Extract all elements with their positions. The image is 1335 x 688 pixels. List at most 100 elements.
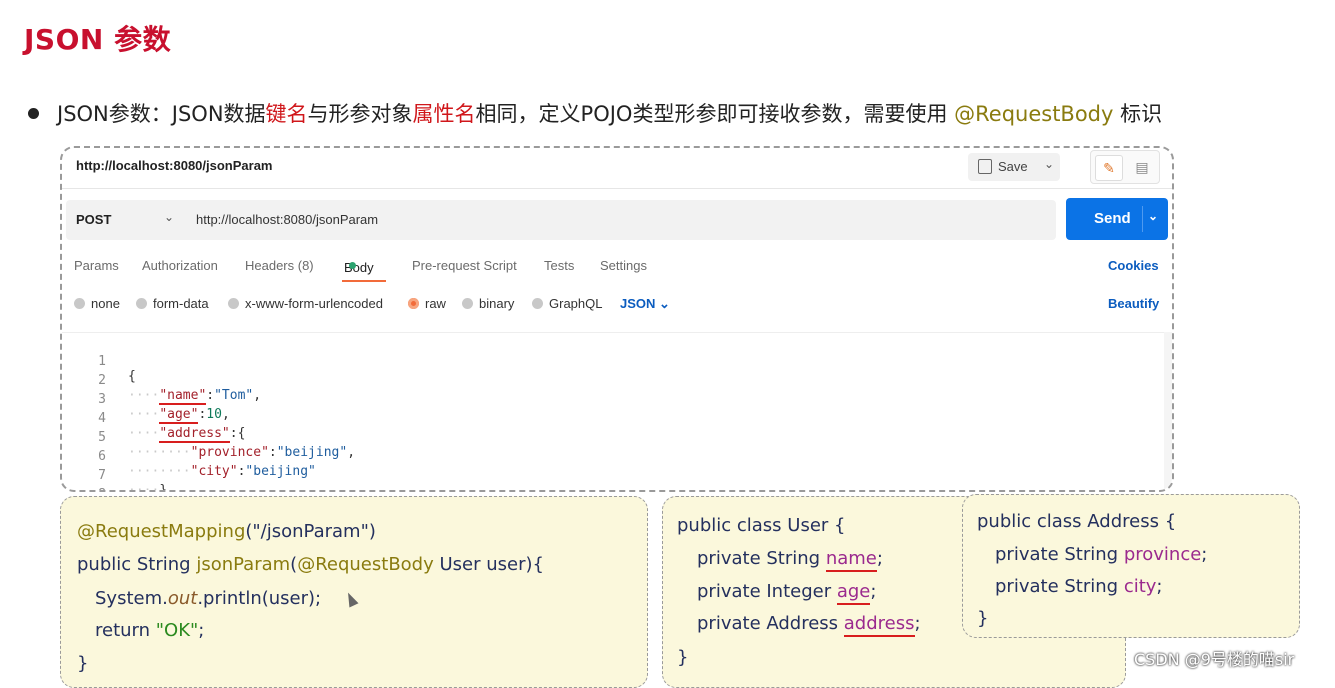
code-line: private String province; (995, 544, 1207, 565)
class-keyword: public class (977, 511, 1088, 532)
radio-raw-label: raw (425, 296, 446, 311)
tab-body[interactable]: Body (344, 258, 374, 275)
address-class-box: public class Address { private String pr… (962, 494, 1300, 638)
editor-line: 7 ····} (62, 453, 167, 490)
print-out: out (167, 588, 198, 609)
request-tab-bar: http://localhost:8080/jsonParam Save ⌄ ✎… (62, 148, 1172, 189)
save-label: Save (998, 159, 1028, 174)
code-line: return "OK"; (95, 620, 204, 641)
request-tab-title[interactable]: http://localhost:8080/jsonParam (76, 158, 273, 173)
editor-line: 8 } (62, 472, 109, 490)
editor-scrollbar[interactable] (1164, 332, 1172, 490)
radio-graphql[interactable]: GraphQL (532, 296, 602, 311)
active-tab-indicator (342, 280, 386, 282)
field-name-province: province (1123, 544, 1202, 565)
tab-pre-request-script[interactable]: Pre-request Script (412, 258, 517, 273)
bullet-text-2: 与形参对象 (307, 102, 413, 126)
code-line: } (77, 653, 88, 674)
semicolon: ; (1201, 544, 1208, 565)
code-line: public String jsonParam(@RequestBody Use… (77, 554, 544, 575)
semicolon: ; (198, 620, 205, 641)
field-name-name: name (825, 548, 877, 572)
tab-headers[interactable]: Headers (8) (245, 258, 314, 273)
code-text: { (128, 369, 136, 384)
radio-graphql-label: GraphQL (549, 296, 603, 311)
send-button[interactable]: Send ⌄ (1066, 198, 1168, 240)
body-code-editor[interactable]: 1 { 2 ····"name":"Tom", 3 ····"age":10, … (62, 332, 1172, 490)
field-type: private String (995, 576, 1124, 597)
radio-form-data[interactable]: form-data (136, 296, 209, 311)
annotation-request-mapping: @RequestMapping (77, 521, 246, 542)
radio-icon (462, 298, 473, 310)
field-type: private Integer (697, 581, 837, 602)
tab-authorization[interactable]: Authorization (142, 258, 218, 273)
bullet-dot-icon (28, 107, 39, 119)
return-keyword: return (95, 620, 156, 641)
radio-form-data-label: form-data (153, 296, 209, 311)
radio-icon (136, 298, 147, 310)
tab-params[interactable]: Params (74, 258, 119, 273)
class-keyword: public class (677, 515, 788, 536)
comment-icon[interactable]: ▤ (1129, 155, 1155, 179)
tab-body-label: Body (344, 260, 374, 275)
editor-line: 6 ········"city":"beijing" (62, 434, 316, 479)
format-chevron-down-icon: ⌄ (659, 296, 670, 311)
tab-settings[interactable]: Settings (600, 258, 647, 273)
request-bar: POST ⌄ http://localhost:8080/jsonParam (66, 200, 1056, 240)
body-type-options: none form-data x-www-form-urlencoded raw… (62, 294, 1172, 318)
format-select-label: JSON (620, 296, 656, 311)
radio-urlencoded[interactable]: x-www-form-urlencoded (228, 296, 383, 311)
code-line: private String name; (697, 548, 883, 572)
send-chevron-down-icon[interactable]: ⌄ (1148, 209, 1158, 223)
radio-raw[interactable]: raw (408, 296, 446, 311)
json-key-city: "city" (190, 464, 238, 479)
closing-brace: } (977, 608, 989, 629)
bullet-highlight-requestbody: @RequestBody (954, 102, 1114, 126)
url-input[interactable]: http://localhost:8080/jsonParam (196, 212, 378, 227)
view-toggle-group: ✎ ▤ (1090, 150, 1160, 184)
field-type: private Address (697, 613, 844, 634)
json-value: "Tom" (214, 388, 254, 403)
radio-none-label: none (91, 296, 120, 311)
editor-line: 2 ····"name":"Tom", (62, 358, 261, 405)
field-type: private String (995, 544, 1124, 565)
edit-icon[interactable]: ✎ (1095, 155, 1123, 181)
save-button[interactable]: Save ⌄ (968, 153, 1060, 181)
tab-tests[interactable]: Tests (544, 258, 574, 273)
method-name: jsonParam (196, 554, 291, 575)
json-value: 10 (206, 407, 222, 422)
json-key-name: "name" (159, 388, 207, 405)
bullet-highlight-key-name: 键名 (265, 102, 308, 126)
method-signature-prefix: public String (77, 554, 197, 575)
radio-urlencoded-label: x-www-form-urlencoded (245, 296, 383, 311)
method-select[interactable]: POST (76, 212, 111, 227)
bullet-text-4: 标识 (1113, 102, 1163, 126)
semicolon: ; (1156, 576, 1163, 597)
json-value: "beijing" (245, 464, 316, 479)
format-select[interactable]: JSON ⌄ (620, 296, 670, 312)
radio-binary[interactable]: binary (462, 296, 514, 311)
bullet-text-1: JSON参数：JSON数据 (57, 102, 266, 126)
beautify-link[interactable]: Beautify (1108, 296, 1159, 311)
mapping-path: ("/jsonParam") (245, 521, 376, 542)
cookies-link[interactable]: Cookies (1108, 258, 1159, 273)
code-line: } (677, 647, 688, 668)
line-number: 8 (82, 487, 106, 490)
save-icon (978, 159, 992, 174)
json-value: "beijing" (276, 445, 348, 460)
radio-icon (228, 298, 239, 310)
request-tabs: Params Authorization Headers (8) Body Pr… (62, 256, 1172, 282)
json-key-age: "age" (159, 407, 199, 424)
return-value: "OK" (155, 620, 199, 641)
field-name-address: address (843, 613, 915, 637)
json-brace: { (237, 426, 246, 441)
radio-none[interactable]: none (74, 296, 120, 311)
code-line: System.out.println(user); (95, 588, 321, 609)
class-name: Address { (1087, 511, 1177, 532)
field-name-age: age (836, 581, 871, 605)
print-suffix: .println(user); (197, 588, 322, 609)
chevron-down-icon[interactable]: ⌄ (1044, 157, 1054, 171)
method-chevron-down-icon[interactable]: ⌄ (164, 210, 174, 224)
json-brace: } (159, 483, 168, 492)
radio-icon (532, 298, 543, 310)
